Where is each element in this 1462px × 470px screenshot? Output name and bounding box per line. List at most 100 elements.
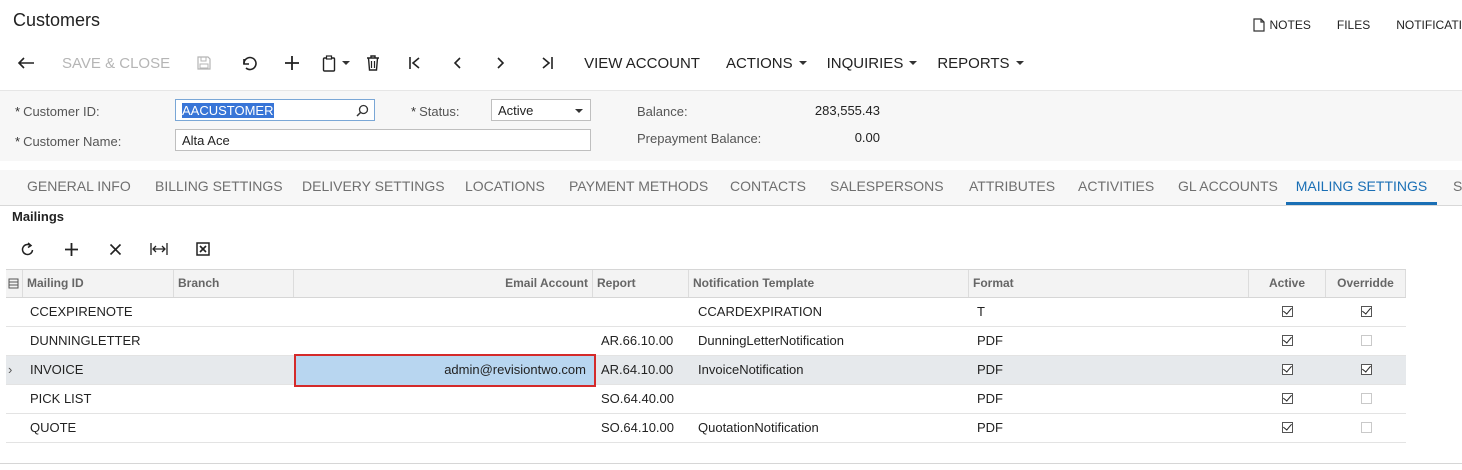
mailing-id-cell[interactable]: QUOTE bbox=[26, 414, 80, 442]
email-account-cell[interactable]: admin@revisiontwo.com bbox=[296, 356, 594, 384]
next-record-button[interactable] bbox=[496, 48, 506, 78]
plus-icon bbox=[285, 56, 300, 70]
table-row[interactable]: CCEXPIRENOTE CCARDEXPIRATION T bbox=[6, 298, 1406, 327]
report-cell[interactable]: AR.64.10.00 bbox=[597, 356, 677, 384]
format-cell[interactable]: PDF bbox=[973, 385, 1007, 413]
add-button[interactable] bbox=[284, 48, 300, 78]
export-excel-button[interactable] bbox=[190, 236, 216, 262]
tab-locations[interactable]: LOCATIONS bbox=[465, 170, 545, 204]
plus-icon bbox=[64, 242, 78, 256]
format-cell[interactable]: PDF bbox=[973, 414, 1007, 442]
undo-button[interactable] bbox=[240, 48, 258, 78]
tab-salespersons[interactable]: SALESPERSONS bbox=[830, 170, 944, 204]
delete-row-button[interactable] bbox=[102, 236, 128, 262]
save-close-button[interactable]: SAVE & CLOSE bbox=[62, 48, 170, 78]
override-checkbox[interactable] bbox=[1361, 393, 1372, 404]
inquiries-label: INQUIRIES bbox=[826, 54, 904, 72]
note-icon bbox=[1252, 18, 1265, 32]
column-format[interactable]: Format bbox=[969, 270, 1249, 297]
column-active[interactable]: Active bbox=[1249, 270, 1326, 297]
save-button[interactable] bbox=[196, 48, 212, 78]
reports-label: REPORTS bbox=[937, 54, 1010, 72]
chevron-down-icon bbox=[1015, 61, 1024, 65]
active-checkbox[interactable] bbox=[1282, 364, 1293, 375]
tab-delivery-settings[interactable]: DELIVERY SETTINGS bbox=[302, 170, 445, 204]
customer-id-input[interactable]: AACUSTOMER bbox=[175, 99, 375, 121]
back-arrow-icon bbox=[17, 57, 34, 69]
undo-icon bbox=[243, 56, 257, 71]
status-value: Active bbox=[498, 102, 534, 118]
customer-name-input[interactable]: Alta Ace bbox=[175, 129, 591, 151]
column-mailing-id[interactable]: Mailing ID bbox=[23, 270, 174, 297]
override-checkbox[interactable] bbox=[1361, 422, 1372, 433]
view-account-button[interactable]: VIEW ACCOUNT bbox=[584, 48, 700, 78]
override-checkbox[interactable] bbox=[1361, 364, 1372, 375]
previous-record-button[interactable] bbox=[452, 48, 462, 78]
tab-gl-accounts[interactable]: GL ACCOUNTS bbox=[1178, 170, 1278, 204]
copy-paste-button[interactable] bbox=[322, 48, 351, 78]
add-row-button[interactable] bbox=[58, 236, 84, 262]
first-record-button[interactable] bbox=[408, 48, 422, 78]
template-cell[interactable]: InvoiceNotification bbox=[694, 356, 808, 384]
format-cell[interactable]: PDF bbox=[973, 327, 1007, 355]
table-row[interactable]: DUNNINGLETTER AR.66.10.00 DunningLetterN… bbox=[6, 327, 1406, 356]
delete-button[interactable] bbox=[366, 48, 380, 78]
reports-menu[interactable]: REPORTS bbox=[937, 48, 1024, 78]
tab-billing-settings[interactable]: BILLING SETTINGS bbox=[155, 170, 283, 204]
status-label: * Status: bbox=[411, 104, 460, 119]
column-email-account[interactable]: Email Account bbox=[294, 270, 593, 297]
mailing-id-cell[interactable]: CCEXPIRENOTE bbox=[26, 298, 137, 326]
column-report[interactable]: Report bbox=[593, 270, 689, 297]
notifications-label: NOTIFICATI bbox=[1396, 18, 1462, 32]
prepayment-balance-value: 0.00 bbox=[854, 130, 880, 145]
notifications-link[interactable]: NOTIFICATI bbox=[1396, 18, 1462, 32]
active-checkbox[interactable] bbox=[1282, 422, 1293, 433]
notes-link[interactable]: NOTES bbox=[1252, 18, 1311, 32]
column-settings-icon bbox=[8, 278, 19, 289]
status-select[interactable]: Active bbox=[491, 99, 591, 121]
template-cell[interactable]: CCARDEXPIRATION bbox=[694, 298, 826, 326]
column-override[interactable]: Overridde bbox=[1326, 270, 1406, 297]
fit-width-icon bbox=[150, 243, 168, 255]
active-checkbox[interactable] bbox=[1282, 335, 1293, 346]
table-row[interactable]: QUOTE SO.64.10.00 QuotationNotification … bbox=[6, 414, 1406, 443]
mailing-id-cell[interactable]: DUNNINGLETTER bbox=[26, 327, 145, 355]
footer-divider bbox=[0, 463, 1462, 464]
back-button[interactable] bbox=[16, 48, 36, 78]
tab-activities[interactable]: ACTIVITIES bbox=[1078, 170, 1154, 204]
report-cell[interactable]: SO.64.40.00 bbox=[597, 385, 678, 413]
grid-toolbar bbox=[0, 236, 216, 262]
refresh-button[interactable] bbox=[14, 236, 40, 262]
report-cell[interactable]: AR.66.10.00 bbox=[597, 327, 677, 355]
inquiries-menu[interactable]: INQUIRIES bbox=[827, 48, 918, 78]
chevron-down-icon bbox=[798, 61, 807, 65]
active-checkbox[interactable] bbox=[1282, 393, 1293, 404]
tab-contacts[interactable]: CONTACTS bbox=[730, 170, 806, 204]
last-record-button[interactable] bbox=[540, 48, 554, 78]
tab-bar: GENERAL INFO BILLING SETTINGS DELIVERY S… bbox=[0, 170, 1462, 206]
template-cell[interactable]: DunningLetterNotification bbox=[694, 327, 848, 355]
table-row[interactable]: PICK LIST SO.64.40.00 PDF bbox=[6, 385, 1406, 414]
format-cell[interactable]: T bbox=[973, 298, 989, 326]
table-row-selected[interactable]: › INVOICE admin@revisiontwo.com AR.64.10… bbox=[6, 354, 1406, 387]
active-checkbox[interactable] bbox=[1282, 306, 1293, 317]
tab-overflow[interactable]: S bbox=[1453, 170, 1462, 204]
tab-payment-methods[interactable]: PAYMENT METHODS bbox=[569, 170, 708, 204]
mailing-id-cell[interactable]: INVOICE bbox=[26, 356, 87, 384]
tab-general-info[interactable]: GENERAL INFO bbox=[27, 170, 131, 204]
mailing-id-cell[interactable]: PICK LIST bbox=[26, 385, 95, 413]
override-checkbox[interactable] bbox=[1361, 335, 1372, 346]
balance-label: Balance: bbox=[637, 104, 688, 119]
actions-menu[interactable]: ACTIONS bbox=[726, 48, 807, 78]
report-cell[interactable]: SO.64.10.00 bbox=[597, 414, 678, 442]
format-cell[interactable]: PDF bbox=[973, 356, 1007, 384]
files-link[interactable]: FILES bbox=[1337, 18, 1370, 32]
column-notification-template[interactable]: Notification Template bbox=[689, 270, 969, 297]
fit-columns-button[interactable] bbox=[146, 236, 172, 262]
column-branch[interactable]: Branch bbox=[174, 270, 294, 297]
column-chooser-button[interactable] bbox=[6, 270, 23, 297]
tab-mailing-settings[interactable]: MAILING SETTINGS bbox=[1286, 170, 1437, 205]
template-cell[interactable]: QuotationNotification bbox=[694, 414, 823, 442]
tab-attributes[interactable]: ATTRIBUTES bbox=[969, 170, 1055, 204]
override-checkbox[interactable] bbox=[1361, 306, 1372, 317]
